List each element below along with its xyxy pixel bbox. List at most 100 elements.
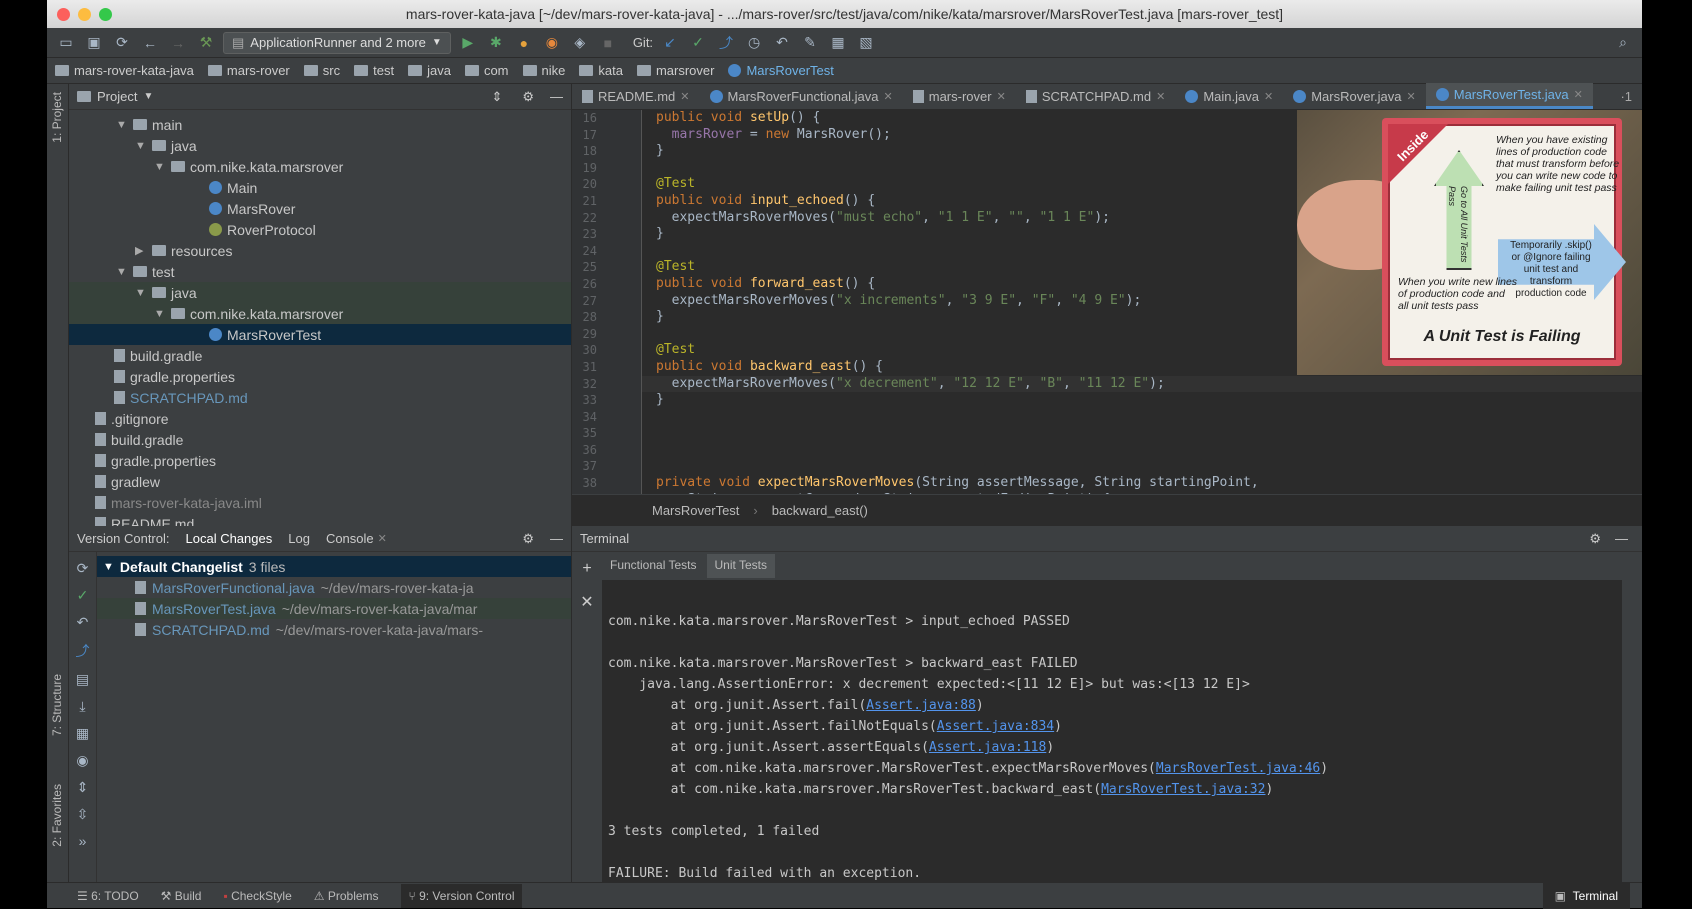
diff-icon[interactable]: ▤	[76, 671, 89, 688]
editor-tab[interactable]: Main.java ✕	[1175, 83, 1283, 109]
minimize-window-button[interactable]	[78, 7, 91, 21]
zoom-window-button[interactable]	[99, 7, 112, 21]
tree-row[interactable]: ▼ test	[69, 261, 571, 282]
settings-wrench-icon[interactable]: ✎	[799, 32, 821, 54]
close-tab-icon[interactable]: ✕	[1574, 88, 1583, 101]
editor-crumb-method[interactable]: backward_east()	[772, 503, 868, 518]
changelist-row[interactable]: ▼ Default Changelist 3 files	[97, 556, 571, 577]
sdk-manager-icon[interactable]: ▧	[855, 32, 877, 54]
code-line[interactable]	[642, 409, 1642, 426]
hide-panel-icon[interactable]: —	[1615, 531, 1628, 546]
editor-tab[interactable]: MarsRoverFunctional.java ✕	[700, 83, 903, 109]
gear-icon[interactable]: ⚙	[522, 89, 534, 105]
sync-icon[interactable]: ⟳	[111, 32, 133, 54]
chevron-down-icon[interactable]: ▼	[116, 266, 128, 278]
close-tab-icon[interactable]: ✕	[997, 90, 1006, 103]
run-icon[interactable]: ▶	[457, 32, 479, 54]
stacktrace-link[interactable]: MarsRoverTest.java:32	[1101, 782, 1265, 797]
chevron-down-icon[interactable]: ▼	[135, 140, 147, 152]
breadcrumb-item[interactable]: com	[464, 63, 509, 78]
attach-icon[interactable]: ◈	[569, 32, 591, 54]
changed-file-row[interactable]: SCRATCHPAD.md ~/dev/mars-rover-kata-java/…	[97, 619, 571, 640]
git-commit-icon[interactable]: ✓	[687, 32, 709, 54]
tree-row[interactable]: RoverProtocol	[69, 219, 571, 240]
editor-tab[interactable]: README.md ✕	[572, 83, 700, 109]
git-revert-icon[interactable]: ↶	[771, 32, 793, 54]
git-push-icon[interactable]: ⤴	[715, 32, 737, 54]
changed-file-row[interactable]: MarsRoverTest.java ~/dev/mars-rover-kata-…	[97, 598, 571, 619]
project-panel-title[interactable]: Project	[97, 89, 137, 104]
build-tool-button[interactable]: ⚒ Build	[161, 889, 202, 903]
tree-row[interactable]: build.gradle	[69, 429, 571, 450]
terminal-tool-button[interactable]: ▣ Terminal	[1542, 883, 1630, 909]
tree-row[interactable]: ▼ com.nike.kata.marsrover	[69, 303, 571, 324]
project-tool-button[interactable]: 1: Project	[50, 92, 64, 143]
hide-panel-icon[interactable]: —	[550, 531, 563, 546]
structure-tool-button[interactable]: 7: Structure	[50, 674, 64, 736]
code-line[interactable]	[642, 425, 1642, 442]
editor-crumb-class[interactable]: MarsRoverTest	[652, 503, 739, 518]
tree-row[interactable]: ▼ java	[69, 135, 571, 156]
new-session-plus-icon[interactable]: +	[582, 560, 591, 578]
tree-row[interactable]: mars-rover-kata-java.iml	[69, 492, 571, 513]
save-all-icon[interactable]: ▣	[83, 32, 105, 54]
close-tab-icon[interactable]: ✕	[1264, 90, 1273, 103]
debug-icon[interactable]: ✱	[485, 32, 507, 54]
editor-tab[interactable]: MarsRoverTest.java ✕	[1425, 83, 1593, 109]
tree-row[interactable]: ▼ main	[69, 114, 571, 135]
version-control-tool-button[interactable]: ⑂ 9: Version Control	[400, 883, 523, 908]
code-line[interactable]: private void expectMarsRoverMoves(String…	[642, 475, 1642, 492]
refresh-icon[interactable]: ⟳	[77, 560, 89, 577]
collapse-all-icon[interactable]: ⇳	[77, 806, 89, 823]
breadcrumb-item[interactable]: java	[408, 63, 451, 78]
shelve-icon[interactable]: ⤓	[79, 698, 85, 715]
rollback-icon[interactable]: ↶	[77, 614, 89, 631]
stacktrace-link[interactable]: Assert.java:88	[866, 698, 976, 713]
breadcrumb-item[interactable]: test	[354, 63, 394, 78]
expand-all-icon[interactable]: ⇕	[77, 779, 89, 796]
chevron-down-icon[interactable]: ▼	[135, 287, 147, 299]
tree-row[interactable]: gradle.properties	[69, 450, 571, 471]
chevron-down-icon[interactable]: ▼	[143, 91, 153, 102]
tree-row[interactable]: SCRATCHPAD.md	[69, 387, 571, 408]
tree-row[interactable]: MarsRoverTest	[69, 324, 571, 345]
editor-tab[interactable]: SCRATCHPAD.md ✕	[1016, 83, 1176, 109]
tree-row[interactable]: ▼ java	[69, 282, 571, 303]
stacktrace-link[interactable]: Assert.java:118	[929, 740, 1046, 755]
chevron-right-icon[interactable]: ▶	[135, 244, 147, 257]
code-line[interactable]	[642, 442, 1642, 459]
problems-tool-button[interactable]: ⚠ Problems	[314, 889, 379, 903]
chevron-down-icon[interactable]: ▼	[154, 161, 166, 173]
collapse-all-icon[interactable]: ⇕	[491, 89, 502, 105]
gear-icon[interactable]: ⚙	[522, 531, 534, 547]
breadcrumb-item[interactable]: src	[303, 63, 340, 78]
close-tab-icon[interactable]: ✕	[680, 90, 689, 103]
more-icon[interactable]: »	[79, 833, 87, 849]
hide-panel-icon[interactable]: —	[550, 89, 563, 104]
forward-arrow-icon[interactable]: →	[167, 32, 189, 54]
gear-icon[interactable]: ⚙	[1589, 531, 1601, 547]
back-arrow-icon[interactable]: ←	[139, 32, 161, 54]
code-line[interactable]: }	[642, 392, 1642, 409]
close-tab-icon[interactable]: ✕	[884, 90, 893, 103]
tab-unit-tests[interactable]: Unit Tests	[706, 554, 775, 578]
changed-file-row[interactable]: MarsRoverFunctional.java ~/dev/mars-rover…	[97, 577, 571, 598]
code-line[interactable]: expectMarsRoverMoves("x decrement", "12 …	[642, 375, 1642, 393]
tree-row[interactable]: .gitignore	[69, 408, 571, 429]
tab-log[interactable]: Log	[288, 531, 310, 546]
breadcrumb-item[interactable]: kata	[579, 63, 623, 78]
commit-check-icon[interactable]: ✓	[77, 587, 89, 604]
run-configuration-select[interactable]: ▤ ApplicationRunner and 2 more ▼	[223, 31, 451, 54]
breadcrumb-item[interactable]: nike	[522, 63, 565, 78]
git-update-icon[interactable]: ↙	[659, 32, 681, 54]
tab-overflow-indicator[interactable]: ·1	[1610, 89, 1642, 104]
open-folder-icon[interactable]: ▭	[55, 32, 77, 54]
tree-row[interactable]: Main	[69, 177, 571, 198]
close-window-button[interactable]	[57, 7, 70, 21]
stacktrace-link[interactable]: MarsRoverTest.java:46	[1156, 761, 1320, 776]
close-tab-icon[interactable]: ✕	[1407, 90, 1416, 103]
search-icon[interactable]: ⌕	[1612, 32, 1634, 54]
editor-tab[interactable]: mars-rover ✕	[903, 83, 1016, 109]
close-tab-icon[interactable]: ✕	[1156, 90, 1165, 103]
project-structure-icon[interactable]: ▦	[827, 32, 849, 54]
